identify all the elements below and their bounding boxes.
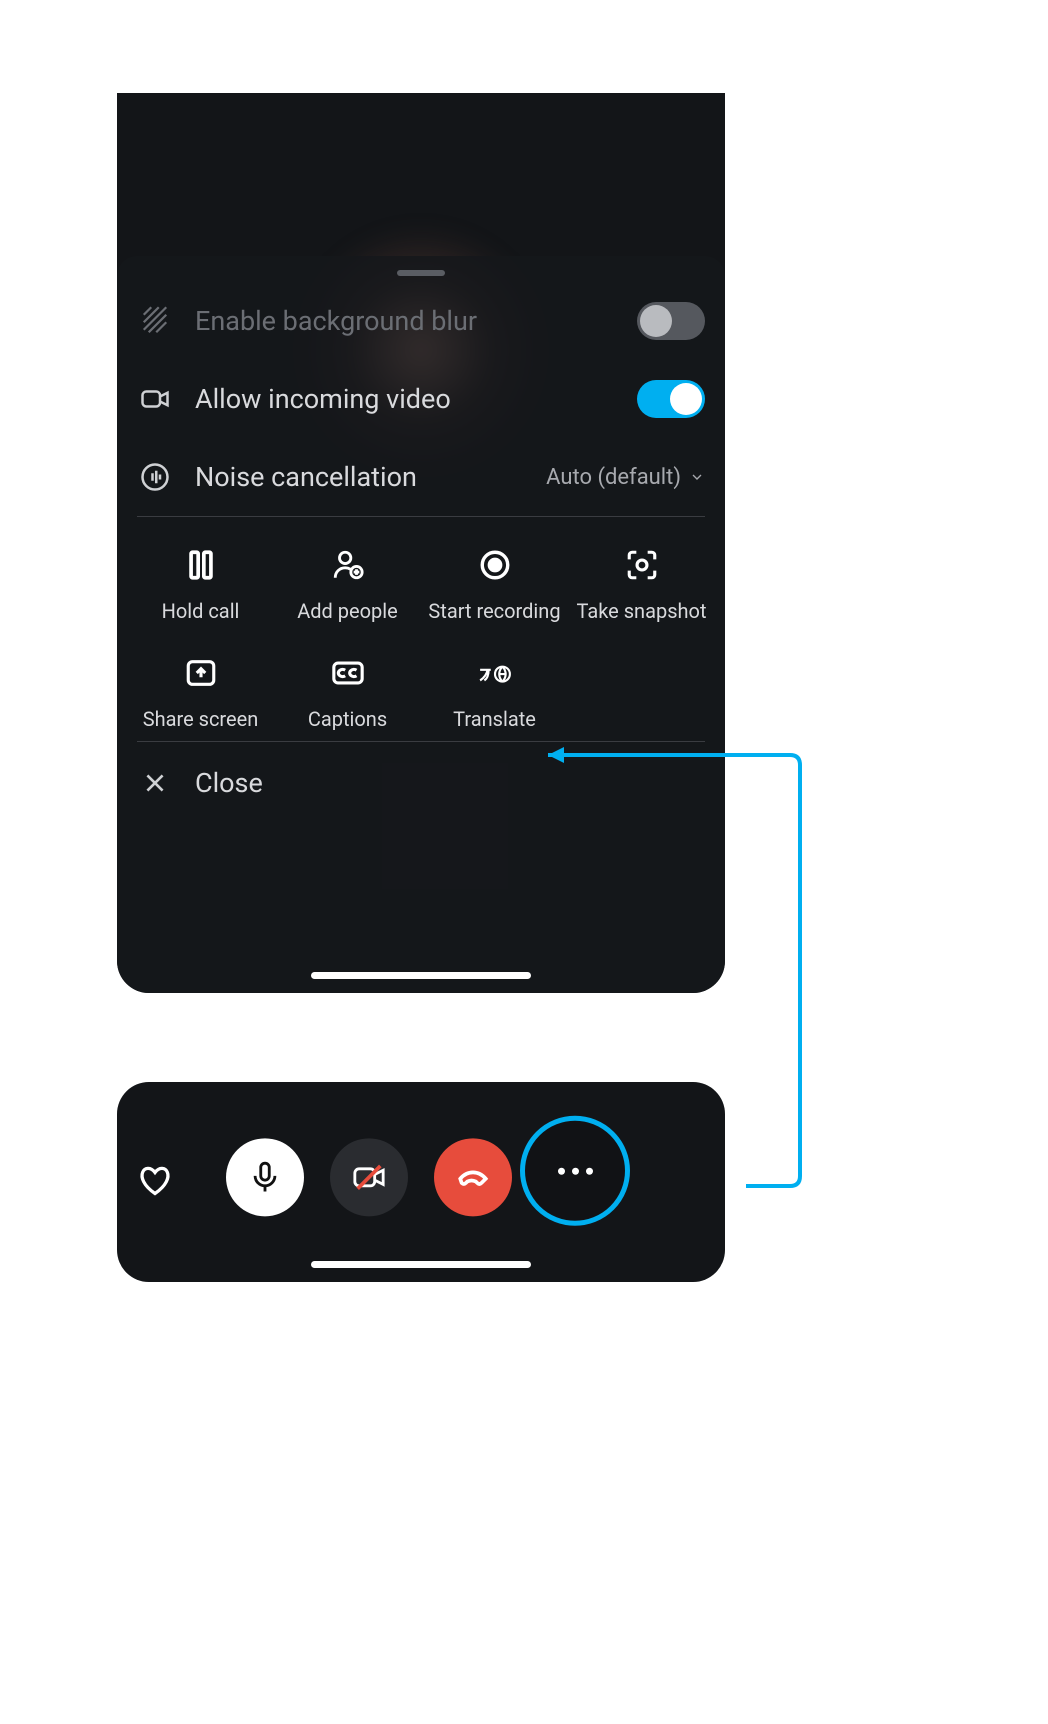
home-indicator[interactable] <box>311 972 531 979</box>
action-label: Captions <box>308 707 387 731</box>
call-options-screen: Enable background blur Allow incoming vi… <box>117 93 725 993</box>
option-label: Noise cancellation <box>195 461 524 493</box>
translate-icon <box>475 653 515 693</box>
share-screen-icon <box>181 653 221 693</box>
call-controls <box>226 1138 616 1216</box>
record-icon <box>475 545 515 585</box>
home-indicator[interactable] <box>311 1261 531 1268</box>
blur-toggle[interactable] <box>637 302 705 340</box>
sheet-grabber[interactable] <box>397 270 445 276</box>
option-background-blur: Enable background blur <box>117 282 725 360</box>
end-call-button[interactable] <box>434 1138 512 1216</box>
video-icon <box>137 384 173 414</box>
close-icon <box>137 770 173 796</box>
action-take-snapshot[interactable]: Take snapshot <box>568 545 715 623</box>
incoming-video-toggle[interactable] <box>637 380 705 418</box>
microphone-button[interactable] <box>226 1138 304 1216</box>
option-noise-cancellation[interactable]: Noise cancellation Auto (default) <box>117 438 725 516</box>
noise-select[interactable]: Auto (default) <box>546 465 705 490</box>
option-incoming-video[interactable]: Allow incoming video <box>117 360 725 438</box>
reaction-heart-button[interactable] <box>137 1162 173 1202</box>
add-person-icon <box>328 545 368 585</box>
chevron-down-icon <box>689 469 705 485</box>
more-options-button[interactable] <box>536 1132 614 1210</box>
option-label: Allow incoming video <box>195 383 615 415</box>
pause-icon <box>181 545 221 585</box>
slash-icon <box>352 1160 386 1194</box>
action-translate[interactable]: Translate <box>421 653 568 731</box>
call-toolbar-screen <box>117 1082 725 1282</box>
ellipsis-icon <box>558 1167 593 1174</box>
action-label: Start recording <box>428 599 560 623</box>
action-share-screen[interactable]: Share screen <box>127 653 274 731</box>
close-label: Close <box>195 767 263 799</box>
action-add-people[interactable]: Add people <box>274 545 421 623</box>
noise-value: Auto (default) <box>546 465 681 490</box>
action-label: Hold call <box>162 599 240 623</box>
noise-icon <box>137 462 173 492</box>
blur-icon <box>137 306 173 336</box>
more-options-highlight <box>520 1116 630 1226</box>
action-label: Translate <box>453 707 536 731</box>
action-label: Take snapshot <box>577 599 707 623</box>
actions-grid: Hold call Add people Start recording <box>117 517 725 741</box>
option-label: Enable background blur <box>195 305 615 337</box>
camera-off-button[interactable] <box>330 1138 408 1216</box>
captions-icon <box>328 653 368 693</box>
action-captions[interactable]: Captions <box>274 653 421 731</box>
options-bottom-sheet: Enable background blur Allow incoming vi… <box>117 256 725 993</box>
action-label: Add people <box>297 599 398 623</box>
close-button[interactable]: Close <box>117 742 725 824</box>
snapshot-icon <box>622 545 662 585</box>
action-start-recording[interactable]: Start recording <box>421 545 568 623</box>
action-hold-call[interactable]: Hold call <box>127 545 274 623</box>
action-label: Share screen <box>143 707 259 731</box>
